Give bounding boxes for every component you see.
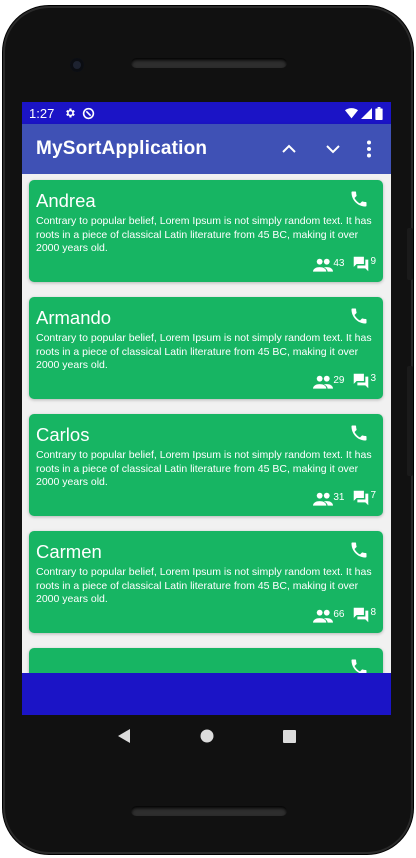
status-bar: 1:27: [22, 102, 391, 124]
back-button[interactable]: [109, 721, 139, 751]
people-icon: [313, 258, 334, 272]
people-count: 66: [333, 609, 345, 620]
phone-icon[interactable]: [349, 306, 369, 331]
system-nav-bar: [22, 716, 391, 756]
overflow-menu-button[interactable]: [355, 127, 383, 171]
people-stat: 31: [313, 492, 344, 506]
people-stat: 43: [313, 258, 344, 272]
messages-count: 9: [370, 256, 376, 267]
volume-button: [407, 228, 413, 280]
people-count: 31: [333, 492, 345, 503]
settings-icon: [64, 107, 76, 119]
contact-card[interactable]: Carlos Contrary to popular belief, Lorem…: [29, 414, 383, 516]
bottom-bar: [22, 673, 391, 715]
bottom-speaker: [131, 806, 287, 816]
contact-name: Carmen: [36, 541, 102, 562]
status-time: 1:27: [29, 105, 55, 121]
messages-stat: 3: [352, 373, 376, 389]
sort-ascending-button[interactable]: [267, 127, 311, 171]
messages-count: 7: [370, 490, 376, 501]
contact-description: Contrary to popular belief, Lorem Ipsum …: [36, 449, 372, 488]
people-icon: [313, 492, 334, 506]
contact-card[interactable]: Carmen Contrary to popular belief, Lorem…: [29, 531, 383, 633]
contact-description: Contrary to popular belief, Lorem Ipsum …: [36, 332, 372, 371]
earpiece-speaker: [131, 58, 287, 68]
screen: 1:27 MySortApplication Andrea Contrary t…: [22, 102, 391, 715]
chat-bubbles-icon: [354, 256, 369, 272]
back-icon: [117, 729, 130, 743]
contact-stats: 66 8: [305, 607, 376, 623]
people-stat: 29: [313, 375, 344, 389]
sort-descending-button[interactable]: [311, 127, 355, 171]
messages-count: 8: [370, 607, 376, 618]
contact-name: Carlos: [36, 424, 90, 445]
recents-button[interactable]: [275, 721, 305, 751]
app-bar: MySortApplication: [22, 124, 391, 174]
messages-stat: 8: [352, 607, 376, 623]
home-button[interactable]: [192, 721, 222, 751]
front-camera: [70, 58, 84, 72]
contact-card[interactable]: Andrea Contrary to popular belief, Lorem…: [29, 180, 383, 282]
battery-icon: [375, 106, 383, 120]
chevron-up-icon: [282, 144, 296, 153]
people-count: 43: [333, 258, 345, 269]
people-icon: [313, 609, 334, 623]
app-title: MySortApplication: [36, 138, 208, 159]
contact-stats: 43 9: [305, 256, 376, 272]
wifi-icon: [345, 107, 358, 119]
messages-stat: 7: [352, 490, 376, 506]
contact-stats: 29 3: [305, 373, 376, 389]
home-icon: [200, 729, 213, 743]
more-vert-icon: [367, 140, 371, 158]
contact-stats: 31 7: [305, 490, 376, 506]
chat-bubbles-icon: [354, 607, 369, 623]
chat-bubbles-icon: [354, 490, 369, 506]
chevron-down-icon: [326, 145, 340, 154]
contact-name: Andrea: [36, 190, 96, 211]
signal-icon: [361, 107, 372, 119]
messages-stat: 9: [352, 256, 376, 272]
messages-count: 3: [370, 373, 376, 384]
power-button: [407, 366, 413, 476]
phone-icon[interactable]: [349, 657, 369, 673]
people-count: 29: [333, 375, 345, 386]
contact-description: Contrary to popular belief, Lorem Ipsum …: [36, 215, 372, 254]
contact-card[interactable]: Armando Contrary to popular belief, Lore…: [29, 297, 383, 399]
phone-icon[interactable]: [349, 423, 369, 448]
phone-icon[interactable]: [349, 540, 369, 565]
contact-description: Contrary to popular belief, Lorem Ipsum …: [36, 566, 372, 605]
recents-icon: [283, 729, 296, 743]
contact-name: Armando: [36, 307, 112, 328]
sync-icon: [82, 107, 95, 120]
chat-bubbles-icon: [354, 373, 369, 389]
contact-card[interactable]: [29, 648, 383, 673]
contact-list[interactable]: Andrea Contrary to popular belief, Lorem…: [22, 174, 391, 673]
people-icon: [313, 375, 334, 389]
phone-icon[interactable]: [349, 189, 369, 214]
people-stat: 66: [313, 609, 344, 623]
